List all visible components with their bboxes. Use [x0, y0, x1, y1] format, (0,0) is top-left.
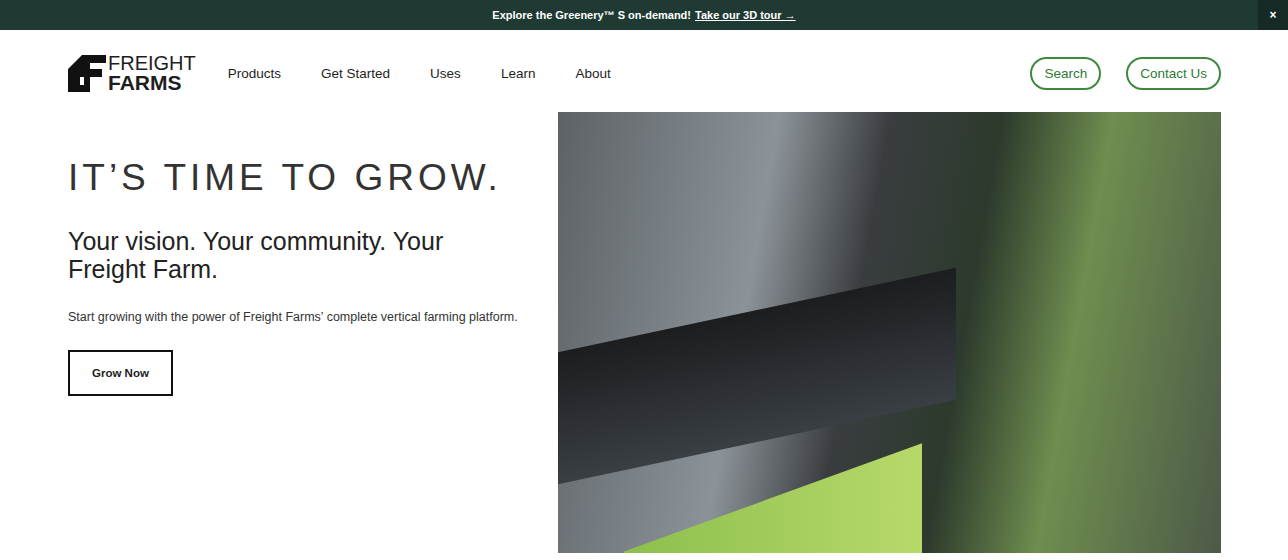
nav-item[interactable]: Products: [228, 62, 281, 85]
logo-text: FREIGHTFARMS: [108, 54, 196, 93]
logo-line: FREIGHT: [108, 54, 196, 73]
search-button[interactable]: Search: [1030, 57, 1101, 90]
nav-item[interactable]: About: [575, 62, 610, 85]
hero-title: IT’S TIME TO GROW.: [68, 158, 558, 199]
header-actions: Search Contact Us: [1030, 57, 1221, 90]
logo-line: FARMS: [108, 73, 196, 93]
nav-item[interactable]: Get Started: [321, 62, 390, 85]
logo-mark-icon: [68, 55, 106, 92]
main-nav: Products Get Started Uses Learn About: [228, 62, 611, 85]
grow-now-button[interactable]: Grow Now: [68, 350, 173, 396]
close-button[interactable]: ×: [1258, 0, 1288, 30]
logo[interactable]: FREIGHTFARMS: [68, 54, 196, 93]
hero-photo: [558, 112, 1221, 553]
contact-button[interactable]: Contact Us: [1126, 57, 1221, 90]
banner-link[interactable]: Take our 3D tour →: [695, 9, 796, 21]
nav-item[interactable]: Learn: [501, 62, 536, 85]
hero-text: IT’S TIME TO GROW. Your vision. Your comm…: [68, 112, 558, 553]
nav-item[interactable]: Uses: [430, 62, 461, 85]
promo-banner: Explore the Greenery™ S on-demand! Take o…: [0, 0, 1288, 30]
hero-section: IT’S TIME TO GROW. Your vision. Your comm…: [0, 100, 1288, 553]
hero-subtitle: Your vision. Your community. Your Freigh…: [68, 227, 518, 285]
site-header: FREIGHTFARMS Products Get Started Uses Learn…: [0, 30, 1288, 100]
banner-text: Explore the Greenery™ S on-demand!: [492, 9, 691, 21]
hero-body: Start growing with the power of Freight …: [68, 310, 558, 324]
